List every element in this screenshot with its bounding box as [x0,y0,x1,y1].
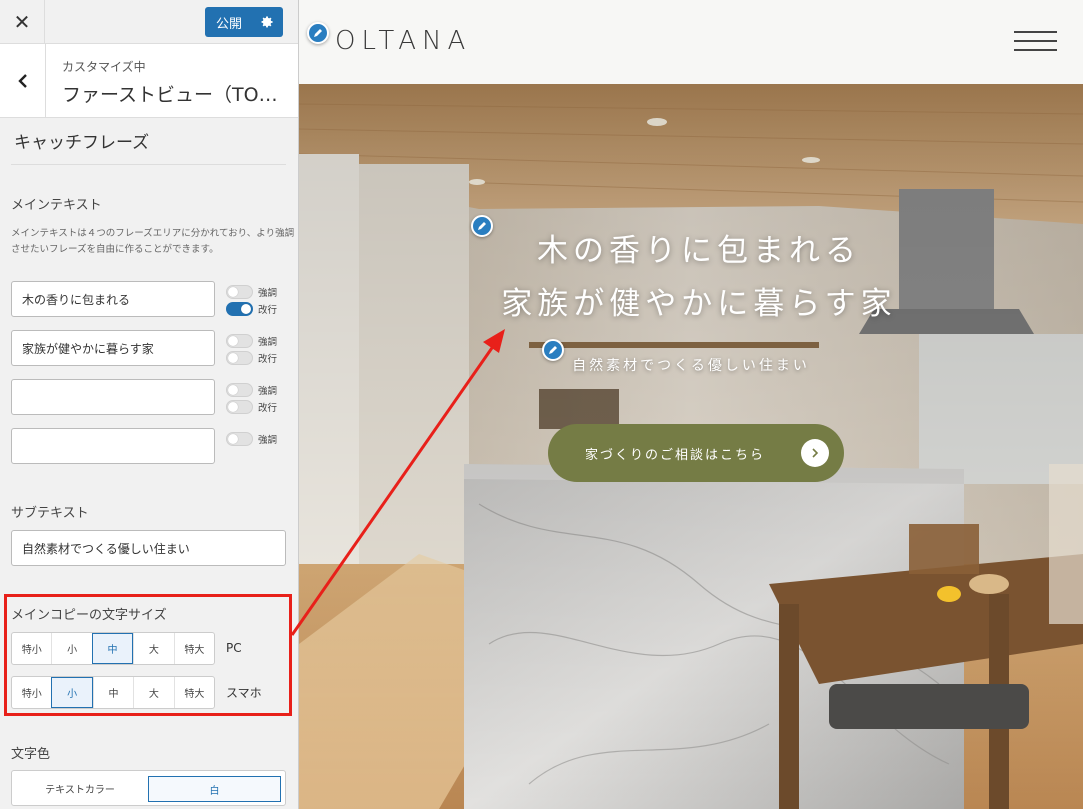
linebreak-label: 改行 [258,354,278,365]
phrase-input-4[interactable] [11,428,215,464]
emphasis-toggle-row-3: 強調 [226,383,277,397]
linebreak-toggle-row-1: 改行 [226,302,277,316]
section-subtitle: カスタマイズ中 [62,60,146,74]
close-icon: ✕ [13,10,31,34]
emphasis-toggle-row-4: 強調 [226,432,277,446]
main-text-description: メインテキストは４つのフレーズエリアに分かれており、より強調させたいフレーズを自… [11,228,295,255]
sp-size-option-selected[interactable]: 小 [51,677,93,708]
pc-size-option[interactable]: 特大 [173,633,214,664]
emphasis-label: 強調 [258,337,278,348]
sub-text-input[interactable]: 自然素材でつくる優しい住まい [11,530,286,566]
linebreak-toggle-row-2: 改行 [226,351,277,365]
catch-line-2: 家族が健やかに暮らす家 [501,286,897,322]
linebreak-toggle-1[interactable] [226,302,253,316]
catch-line-1: 木の香りに包まれる [537,233,861,269]
font-size-label: メインコピーの文字サイズ [11,608,167,623]
linebreak-toggle-2[interactable] [226,351,253,365]
pc-size-option-selected[interactable]: 中 [91,633,134,664]
emphasis-toggle-1[interactable] [226,285,253,299]
main-text-label: メインテキスト [11,198,102,213]
pc-label: PC [226,641,242,655]
sub-text-label: サブテキスト [11,506,89,521]
emphasis-label: 強調 [258,435,278,446]
phrase-input-3[interactable] [11,379,215,415]
hero-image: 木の香りに包まれる 家族が健やかに暮らす家 自然素材でつくる優しい住まい 家づく… [299,84,1083,809]
sp-size-option[interactable]: 大 [133,677,173,708]
emphasis-toggle-4[interactable] [226,432,253,446]
publish-label: 公開 [216,16,243,32]
pc-size-option[interactable]: 大 [133,633,173,664]
phrase-input-2[interactable]: 家族が健やかに暮らす家 [11,330,215,366]
site-logo[interactable]: OLTANA [335,26,471,56]
linebreak-label: 改行 [258,305,278,316]
sp-size-option[interactable]: 特大 [173,677,214,708]
sp-size-option[interactable]: 中 [92,677,133,708]
main-catchphrase: 木の香りに包まれる 家族が健やかに暮らす家 [299,225,1083,331]
site-header: OLTANA [299,0,1083,84]
emphasis-toggle-row-1: 強調 [226,285,277,299]
emphasis-label: 強調 [258,386,278,397]
emphasis-toggle-row-2: 強調 [226,334,277,348]
pc-size-selector: 特小 小 中 大 特大 [11,632,215,665]
linebreak-toggle-3[interactable] [226,400,253,414]
customizer-topbar: ✕ 公開 [0,0,298,44]
emphasis-toggle-2[interactable] [226,334,253,348]
emphasis-toggle-3[interactable] [226,383,253,397]
back-button[interactable] [0,44,46,118]
linebreak-label: 改行 [258,403,278,414]
sub-catchphrase: 自然素材でつくる優しい住まい [572,358,810,374]
chevron-left-icon [17,74,27,88]
hamburger-menu-icon[interactable] [1014,29,1057,53]
text-color-selector: テキストカラー 白 [11,770,286,806]
pc-size-option[interactable]: 特小 [12,633,51,664]
consultation-button-label: 家づくりのご相談はこちら [585,447,766,463]
section-header: カスタマイズ中 ファーストビュー（TO… [0,44,298,118]
chevron-right-icon [801,439,829,467]
text-color-label: 文字色 [11,747,51,762]
panel-title: キャッチフレーズ [14,133,150,153]
pc-size-option[interactable]: 小 [51,633,91,664]
phrase-input-1[interactable]: 木の香りに包まれる [11,281,215,317]
gear-icon[interactable] [260,15,274,29]
customizer-sidebar: ✕ 公開 カスタマイズ中 ファーストビュー（TO… キャッチフレーズ メインテキ… [0,0,299,809]
consultation-button[interactable]: 家づくりのご相談はこちら [548,424,844,482]
text-color-field-label: テキストカラー [45,784,115,796]
text-color-option-white[interactable]: 白 [148,776,281,802]
sp-size-selector: 特小 小 中 大 特大 [11,676,215,709]
close-button[interactable]: ✕ [0,0,45,44]
section-title: ファーストビュー（TO… [62,84,278,106]
pencil-icon[interactable] [307,22,329,44]
sp-label: スマホ [226,686,262,700]
publish-button[interactable]: 公開 [205,7,283,37]
emphasis-label: 強調 [258,288,278,299]
site-preview: OLTANA 木の香りに包まれる 家族が健やかに暮らす家 自然素材でつくる優しい… [299,0,1083,809]
divider [11,164,286,165]
sp-size-option[interactable]: 特小 [12,677,51,708]
linebreak-toggle-row-3: 改行 [226,400,277,414]
